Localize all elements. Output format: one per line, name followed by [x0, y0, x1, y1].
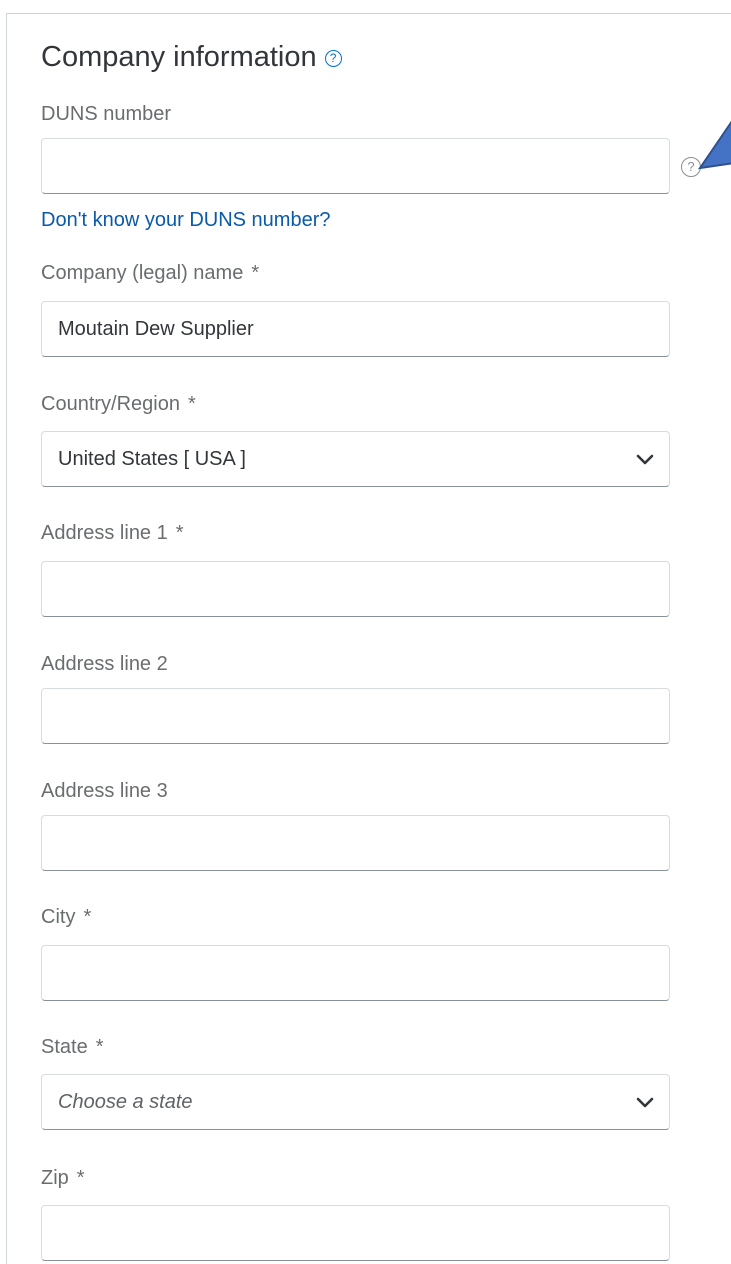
zip-label: Zip *	[41, 1166, 85, 1190]
page: Company information? DUNS number ? Don't…	[0, 0, 731, 1264]
state-placeholder: Choose a state	[58, 1090, 193, 1113]
state-label: State *	[41, 1035, 104, 1059]
address2-label: Address line 2	[41, 652, 168, 676]
company-name-value: Moutain Dew Supplier	[58, 317, 254, 340]
address3-label-text: Address line 3	[41, 780, 168, 802]
chevron-down-icon	[636, 1097, 654, 1108]
state-label-text: State	[41, 1036, 88, 1058]
required-marker: *	[76, 1167, 85, 1189]
country-label-text: Country/Region	[41, 393, 180, 415]
company-name-label: Company (legal) name *	[41, 261, 259, 285]
required-marker: *	[187, 393, 196, 415]
city-label-text: City	[41, 906, 76, 928]
address2-label-text: Address line 2	[41, 653, 168, 675]
address1-label: Address line 1 *	[41, 521, 184, 545]
zip-label-text: Zip	[41, 1167, 69, 1189]
duns-help-link[interactable]: Don't know your DUNS number?	[41, 208, 331, 232]
chevron-down-icon	[636, 454, 654, 465]
required-marker: *	[251, 262, 260, 284]
required-marker: *	[83, 906, 92, 928]
country-select[interactable]: United States [ USA ]	[41, 431, 670, 487]
state-select[interactable]: Choose a state	[41, 1074, 670, 1130]
company-name-label-text: Company (legal) name	[41, 262, 244, 284]
city-input[interactable]	[41, 945, 670, 1001]
company-name-input[interactable]: Moutain Dew Supplier	[41, 301, 670, 357]
country-selected-value: United States [ USA ]	[58, 447, 246, 470]
zip-input[interactable]	[41, 1205, 670, 1261]
country-label: Country/Region *	[41, 392, 196, 416]
address2-input[interactable]	[41, 688, 670, 744]
city-label: City *	[41, 905, 91, 929]
required-marker: *	[95, 1036, 104, 1058]
address1-input[interactable]	[41, 561, 670, 617]
required-marker: *	[175, 522, 184, 544]
address3-input[interactable]	[41, 815, 670, 871]
address1-label-text: Address line 1	[41, 522, 168, 544]
address3-label: Address line 3	[41, 779, 168, 803]
